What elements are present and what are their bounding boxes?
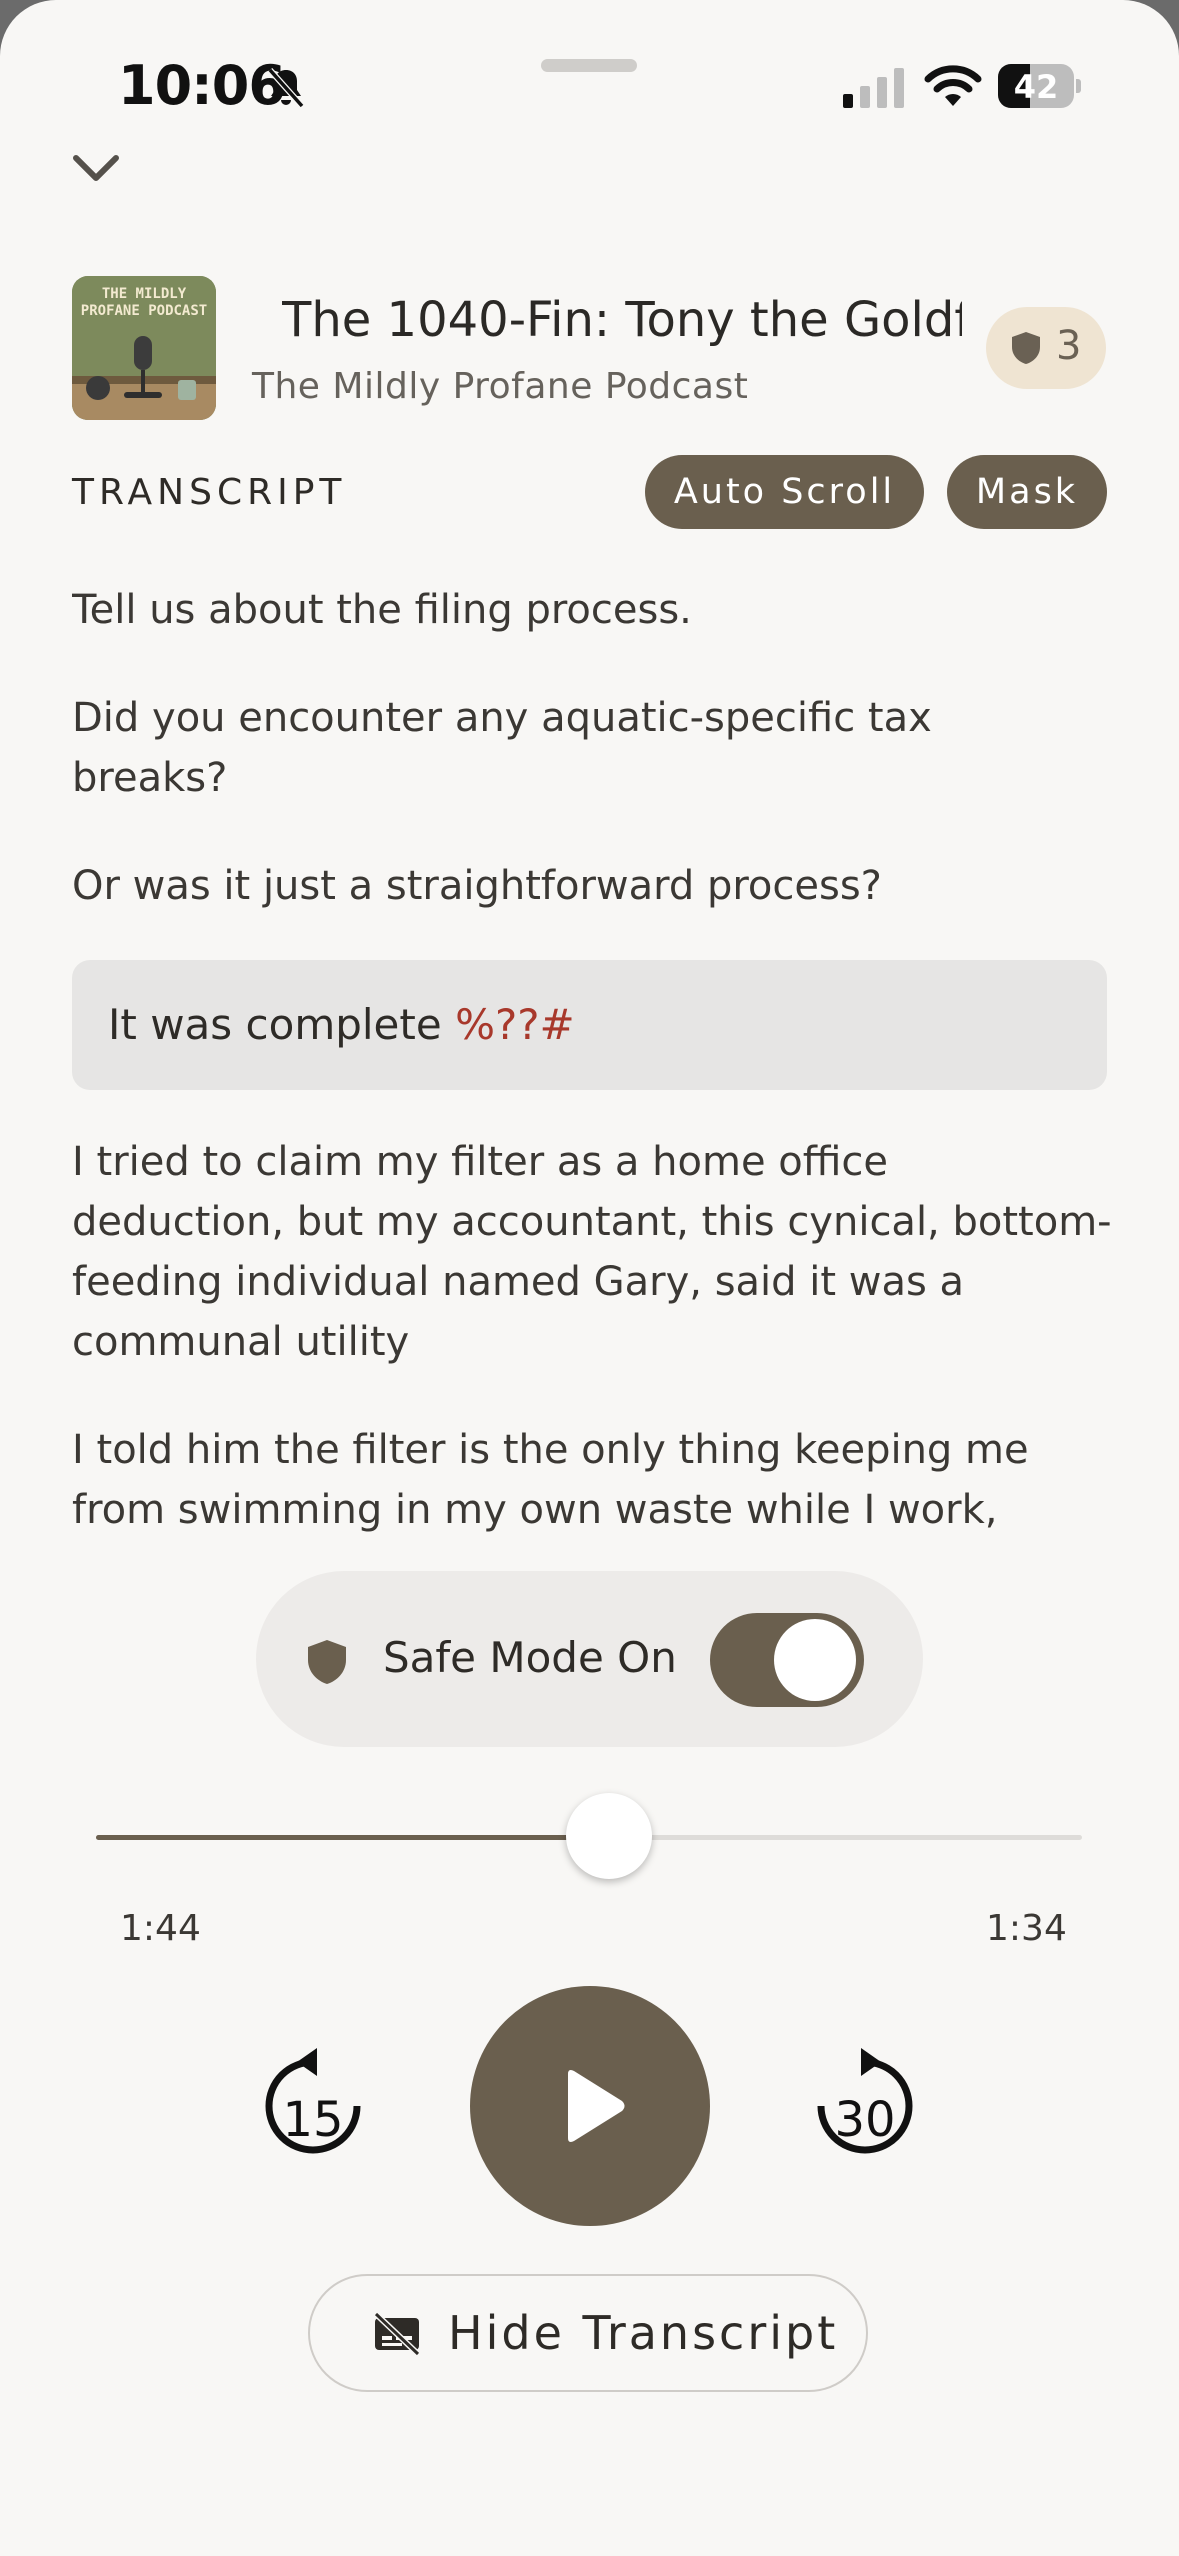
status-time: 10:06 xyxy=(118,54,286,117)
skip-back-button[interactable]: 15 xyxy=(257,2048,369,2164)
skip-back-seconds: 15 xyxy=(282,2092,344,2148)
artwork-title: THE MILDLY PROFANE PODCAST xyxy=(80,286,208,319)
play-button[interactable] xyxy=(470,1986,710,2226)
subtitles-off-icon xyxy=(373,2312,421,2356)
safe-mode-toggle[interactable] xyxy=(710,1613,864,1707)
transcript-line[interactable]: I tried to claim my filter as a home off… xyxy=(72,1132,1112,1372)
episode-title: The 1040-Fin: Tony the Goldfish xyxy=(282,292,962,348)
skip-forward-button[interactable]: 30 xyxy=(809,2048,921,2164)
toggle-knob xyxy=(774,1619,856,1701)
wifi-icon xyxy=(924,65,982,106)
auto-scroll-button[interactable]: Auto Scroll xyxy=(645,455,924,529)
chevron-down-icon[interactable] xyxy=(70,150,122,186)
player-sheet: 10:06 42 THE MILDLY PROFANE PODCAST The … xyxy=(0,0,1179,2556)
podcast-name[interactable]: The Mildly Profane Podcast xyxy=(252,366,748,407)
flagged-count: 3 xyxy=(1056,323,1082,369)
transcript-heading: TRANSCRIPT xyxy=(72,472,347,513)
playback-progress xyxy=(96,1835,609,1840)
shield-icon xyxy=(308,1640,346,1684)
transcript-line[interactable]: I told him the filter is the only thing … xyxy=(72,1420,1072,1542)
transcript-line[interactable]: Or was it just a straightforward process… xyxy=(72,856,1112,916)
bell-slash-icon xyxy=(267,68,305,108)
skip-forward-seconds: 30 xyxy=(834,2092,896,2148)
battery-percent: 42 xyxy=(1013,68,1059,106)
battery-indicator: 42 xyxy=(998,64,1081,108)
flagged-count-badge[interactable]: 3 xyxy=(986,307,1106,389)
play-icon xyxy=(568,2070,625,2142)
current-line-text: It was complete xyxy=(108,1000,442,1049)
remaining-time: 1:34 xyxy=(986,1908,1067,1949)
cellular-signal-icon xyxy=(843,68,904,108)
hide-transcript-label: Hide Transcript xyxy=(448,2306,839,2360)
hide-transcript-button[interactable]: Hide Transcript xyxy=(308,2274,868,2392)
podcast-artwork: THE MILDLY PROFANE PODCAST xyxy=(72,276,216,420)
masked-word: %??# xyxy=(455,1000,575,1049)
mask-button[interactable]: Mask xyxy=(947,455,1107,529)
sheet-grabber[interactable] xyxy=(541,59,637,72)
safe-mode-control: Safe Mode On xyxy=(256,1571,923,1747)
safe-mode-label: Safe Mode On xyxy=(383,1633,677,1682)
transcript-line[interactable]: Did you encounter any aquatic-specific t… xyxy=(72,688,1032,808)
scrubber-thumb[interactable] xyxy=(565,1793,652,1879)
transcript-line[interactable]: Tell us about the filing process. xyxy=(72,580,1112,640)
elapsed-time: 1:44 xyxy=(120,1908,201,1949)
current-transcript-line[interactable]: It was complete %??# xyxy=(72,960,1107,1090)
shield-icon xyxy=(1012,332,1040,364)
transcript-body[interactable]: Tell us about the filing process. Did yo… xyxy=(72,580,1112,1542)
